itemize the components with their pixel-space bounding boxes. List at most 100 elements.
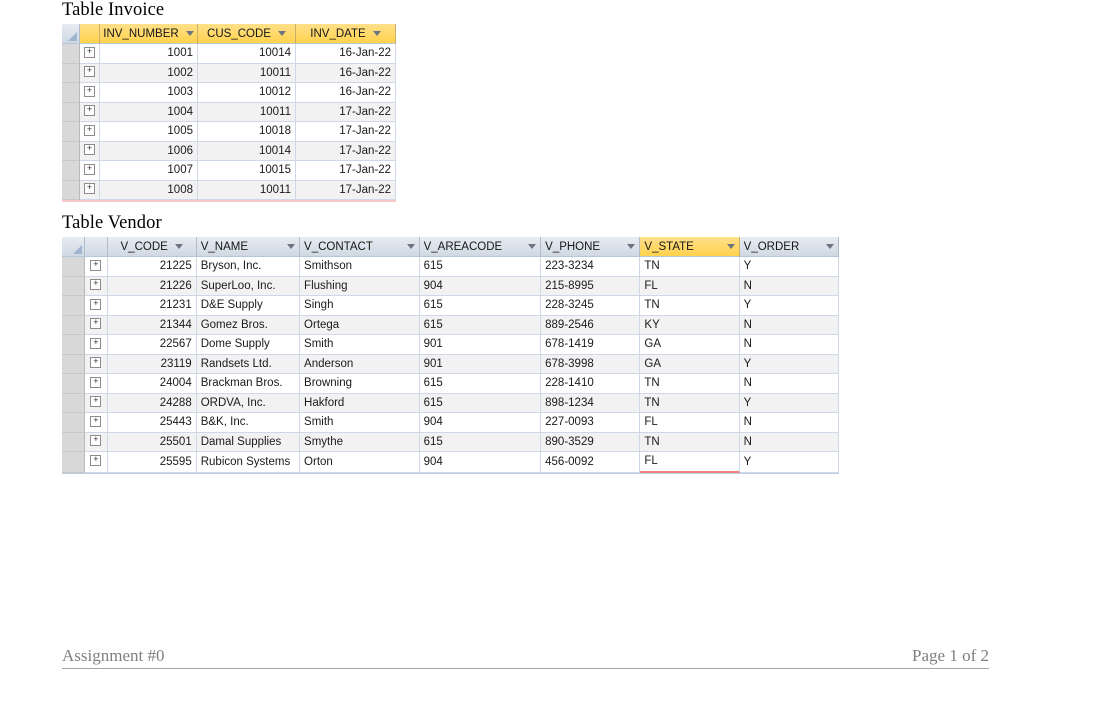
column-header-v-order[interactable]: V_ORDER bbox=[739, 237, 839, 257]
row-selector[interactable] bbox=[62, 141, 80, 161]
cell-inv-number[interactable]: 1001 bbox=[100, 44, 198, 64]
cell-v-phone[interactable]: 215-8995 bbox=[541, 276, 641, 296]
cell-v-code[interactable]: 21231 bbox=[107, 296, 197, 316]
cell-inv-number[interactable]: 1006 bbox=[100, 141, 198, 161]
cell-v-contact[interactable]: Smith bbox=[300, 413, 420, 433]
row-selector[interactable] bbox=[62, 452, 86, 473]
cell-inv-date[interactable]: 17-Jan-22 bbox=[296, 161, 396, 181]
table-row[interactable]: +1004 10011 17-Jan-22 bbox=[62, 102, 396, 122]
expand-row-button[interactable]: + bbox=[80, 63, 100, 83]
cell-cus-code[interactable]: 10011 bbox=[198, 63, 296, 83]
cell-v-contact[interactable]: Singh bbox=[300, 296, 420, 316]
cell-v-contact[interactable]: Smythe bbox=[300, 432, 420, 452]
row-selector[interactable] bbox=[62, 63, 80, 83]
cell-v-code[interactable]: 25443 bbox=[107, 413, 197, 433]
cell-v-name[interactable]: Dome Supply bbox=[196, 335, 301, 355]
plus-icon[interactable]: + bbox=[90, 376, 102, 388]
row-selector[interactable] bbox=[62, 161, 80, 181]
table-row[interactable]: +1005 10018 17-Jan-22 bbox=[62, 122, 396, 142]
cell-v-areacode[interactable]: 904 bbox=[419, 452, 542, 473]
chevron-down-icon[interactable] bbox=[726, 244, 735, 249]
chevron-down-icon[interactable] bbox=[185, 31, 194, 36]
cell-inv-number[interactable]: 1004 bbox=[100, 102, 198, 122]
table-row[interactable]: +1006 10014 17-Jan-22 bbox=[62, 141, 396, 161]
plus-icon[interactable]: + bbox=[90, 415, 102, 427]
cell-v-phone[interactable]: 889-2546 bbox=[541, 315, 641, 335]
cell-v-order[interactable]: Y bbox=[739, 257, 839, 277]
plus-icon[interactable]: + bbox=[90, 259, 102, 271]
cell-v-name[interactable]: Randsets Ltd. bbox=[196, 354, 301, 374]
cell-v-phone[interactable]: 228-1410 bbox=[541, 374, 641, 394]
cell-cus-code[interactable]: 10012 bbox=[198, 83, 296, 103]
row-selector[interactable] bbox=[62, 180, 80, 200]
table-row[interactable]: +21226 SuperLoo, Inc. Flushing 904 215-8995 F… bbox=[62, 276, 839, 296]
cell-v-contact[interactable]: Orton bbox=[300, 452, 420, 473]
cell-v-name[interactable]: Damal Supplies bbox=[196, 432, 301, 452]
cell-v-areacode[interactable]: 615 bbox=[419, 257, 542, 277]
cell-cus-code[interactable]: 10014 bbox=[198, 44, 296, 64]
column-header-v-phone[interactable]: V_PHONE bbox=[541, 237, 641, 257]
column-header-v-contact[interactable]: V_CONTACT bbox=[300, 237, 420, 257]
column-header-v-code[interactable]: V_CODE bbox=[107, 237, 197, 257]
cell-v-name[interactable]: Bryson, Inc. bbox=[196, 257, 301, 277]
cell-v-name[interactable]: ORDVA, Inc. bbox=[196, 393, 301, 413]
table-row[interactable]: +1007 10015 17-Jan-22 bbox=[62, 161, 396, 181]
column-header-inv-date[interactable]: INV_DATE bbox=[296, 24, 396, 44]
expand-row-button[interactable]: + bbox=[80, 161, 100, 181]
cell-v-order[interactable]: Y bbox=[739, 296, 839, 316]
chevron-down-icon[interactable] bbox=[826, 244, 834, 249]
plus-icon[interactable]: + bbox=[90, 396, 102, 408]
table-row[interactable]: +25443 B&K, Inc. Smith 904 227-0093 FL N bbox=[62, 413, 839, 433]
cell-inv-number[interactable]: 1005 bbox=[100, 122, 198, 142]
row-selector[interactable] bbox=[62, 122, 80, 142]
plus-icon[interactable]: + bbox=[90, 435, 102, 447]
column-header-v-state[interactable]: V_STATE bbox=[640, 237, 740, 257]
row-selector[interactable] bbox=[62, 393, 86, 413]
select-all-corner[interactable] bbox=[62, 24, 80, 44]
cell-v-name[interactable]: D&E Supply bbox=[196, 296, 301, 316]
cell-v-areacode[interactable]: 615 bbox=[419, 374, 542, 394]
cell-inv-date[interactable]: 17-Jan-22 bbox=[296, 180, 396, 200]
table-row[interactable]: +24004 Brackman Bros. Browning 615 228-1410 T… bbox=[62, 374, 839, 394]
expand-row-button[interactable]: + bbox=[85, 276, 108, 296]
cell-v-code[interactable]: 22567 bbox=[107, 335, 197, 355]
cell-v-areacode[interactable]: 615 bbox=[419, 393, 542, 413]
row-selector[interactable] bbox=[62, 276, 86, 296]
cell-inv-number[interactable]: 1007 bbox=[100, 161, 198, 181]
table-row[interactable]: +23119 Randsets Ltd. Anderson 901 678-3998 GA… bbox=[62, 354, 839, 374]
table-row[interactable]: +21231 D&E Supply Singh 615 228-3245 TN Y bbox=[62, 296, 839, 316]
cell-v-name[interactable]: Brackman Bros. bbox=[196, 374, 301, 394]
cell-v-state[interactable]: TN bbox=[640, 374, 740, 394]
table-row[interactable]: +24288 ORDVA, Inc. Hakford 615 898-1234 TN Y bbox=[62, 393, 839, 413]
cell-v-code[interactable]: 21225 bbox=[107, 257, 197, 277]
table-row[interactable]: +1008 10011 17-Jan-22 bbox=[62, 180, 396, 200]
cell-v-order[interactable]: N bbox=[739, 432, 839, 452]
row-selector[interactable] bbox=[62, 83, 80, 103]
expand-row-button[interactable]: + bbox=[85, 296, 108, 316]
table-row[interactable]: +25501 Damal Supplies Smythe 615 890-3529 TN N bbox=[62, 432, 839, 452]
chevron-down-icon[interactable] bbox=[277, 31, 286, 36]
cell-v-contact[interactable]: Browning bbox=[300, 374, 420, 394]
cell-inv-date[interactable]: 17-Jan-22 bbox=[296, 141, 396, 161]
cell-v-state[interactable]: FL bbox=[640, 452, 740, 473]
plus-icon[interactable]: + bbox=[84, 183, 95, 195]
cell-v-phone[interactable]: 890-3529 bbox=[541, 432, 641, 452]
cell-cus-code[interactable]: 10015 bbox=[198, 161, 296, 181]
cell-v-phone[interactable]: 456-0092 bbox=[541, 452, 641, 473]
table-row[interactable]: +25595 Rubicon Systems Orton 904 456-0092 FL Y bbox=[62, 452, 839, 473]
cell-v-contact[interactable]: Hakford bbox=[300, 393, 420, 413]
expand-row-button[interactable]: + bbox=[80, 141, 100, 161]
chevron-down-icon[interactable] bbox=[406, 244, 415, 249]
cell-v-code[interactable]: 25595 bbox=[107, 452, 197, 473]
cell-v-order[interactable]: Y bbox=[739, 393, 839, 413]
table-row[interactable]: +22567 Dome Supply Smith 901 678-1419 GA N bbox=[62, 335, 839, 355]
table-row[interactable]: +21344 Gomez Bros. Ortega 615 889-2546 KY N bbox=[62, 315, 839, 335]
row-selector[interactable] bbox=[62, 354, 86, 374]
cell-v-order[interactable]: N bbox=[739, 413, 839, 433]
plus-icon[interactable]: + bbox=[84, 85, 95, 97]
expand-row-button[interactable]: + bbox=[85, 393, 108, 413]
cell-v-state[interactable]: TN bbox=[640, 432, 740, 452]
expand-row-button[interactable]: + bbox=[85, 413, 108, 433]
cell-inv-date[interactable]: 16-Jan-22 bbox=[296, 44, 396, 64]
expand-row-button[interactable]: + bbox=[80, 180, 100, 200]
